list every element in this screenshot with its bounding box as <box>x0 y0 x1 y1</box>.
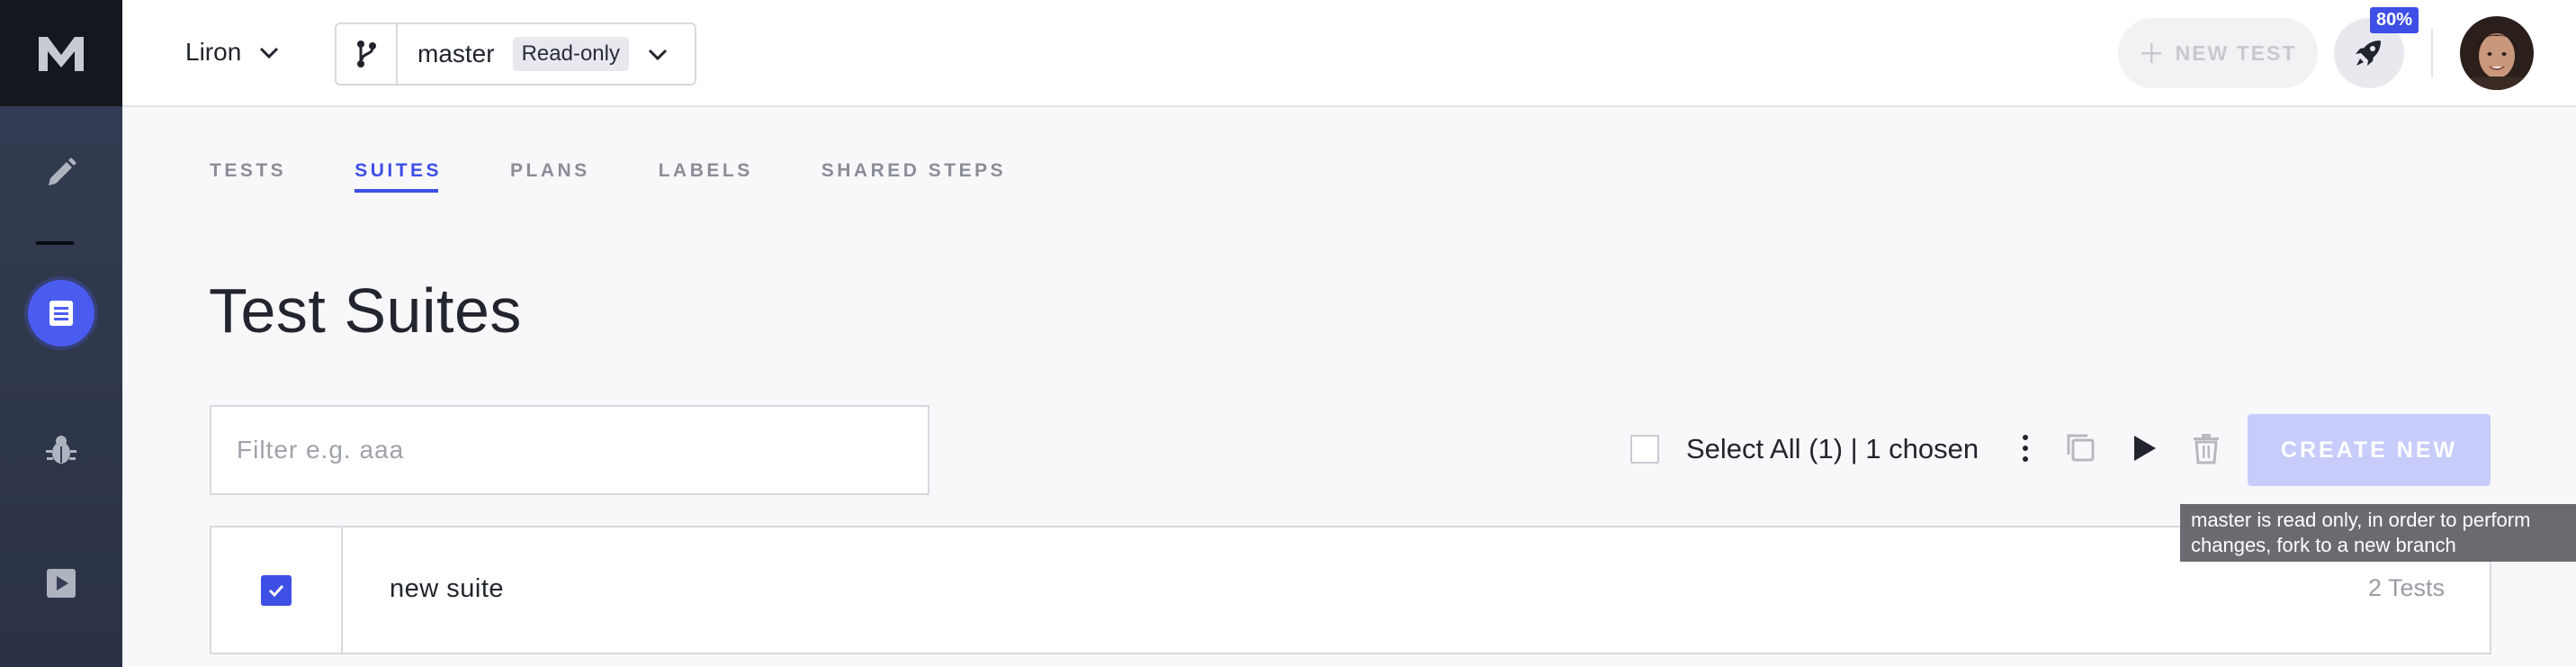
avatar-image <box>2460 16 2534 90</box>
trash-icon[interactable] <box>2188 430 2224 466</box>
workspace-selector[interactable]: Liron <box>185 25 281 79</box>
create-new-button[interactable]: CREATE NEW <box>2248 414 2491 486</box>
git-branch-icon <box>357 41 376 68</box>
read-only-badge: Read-only <box>512 37 629 71</box>
sidebar-item-bugs[interactable] <box>0 414 122 486</box>
tab-labels[interactable]: LABELS <box>659 160 753 193</box>
tab-tests[interactable]: TESTS <box>210 160 286 193</box>
progress-badge: 80% <box>2370 7 2419 33</box>
duplicate-icon[interactable] <box>2063 430 2099 466</box>
checkmark-icon <box>268 584 284 597</box>
page-title: Test Suites <box>209 275 522 346</box>
branch-icon-cell <box>337 24 398 84</box>
branch-selector[interactable]: master Read-only <box>335 23 696 86</box>
m-logo-icon <box>39 37 84 71</box>
sidebar-item-runs[interactable] <box>0 547 122 619</box>
user-avatar[interactable] <box>2460 16 2534 90</box>
row-checkbox-cell <box>211 527 343 653</box>
sidebar-item-suites[interactable] <box>0 277 122 349</box>
run-icon[interactable] <box>2125 430 2161 466</box>
pencil-icon <box>49 158 76 185</box>
header-divider <box>2431 29 2433 77</box>
select-all-control[interactable]: Select All (1) | 1 chosen <box>1630 433 1979 465</box>
section-tabs: TESTS SUITES PLANS LABELS SHARED STEPS <box>210 160 1074 193</box>
app-logo[interactable] <box>0 0 122 106</box>
sidebar-active-indicator <box>28 280 94 347</box>
select-all-checkbox[interactable] <box>1630 435 1659 464</box>
plus-icon <box>2141 43 2161 63</box>
filter-input[interactable] <box>210 405 929 495</box>
bug-icon <box>46 436 76 464</box>
workspace-name: Liron <box>185 38 242 66</box>
chevron-down-icon <box>260 47 279 59</box>
sidebar-item-edit[interactable] <box>0 137 122 209</box>
chevron-down-icon <box>648 49 668 61</box>
tab-shared-steps[interactable]: SHARED STEPS <box>821 160 1006 193</box>
suite-row[interactable]: new suite 2 Tests <box>210 526 2491 654</box>
new-test-label: NEW TEST <box>2175 41 2297 65</box>
app-root: Liron master Read-only NEW TEST 80% TEST… <box>0 0 2576 667</box>
tab-plans[interactable]: PLANS <box>510 160 590 193</box>
suite-test-count: 2 Tests <box>2367 574 2445 601</box>
suites-icon <box>49 301 73 326</box>
more-options-icon[interactable] <box>2012 430 2039 466</box>
sidebar-separator <box>36 241 74 245</box>
new-test-button[interactable]: NEW TEST <box>2118 18 2318 88</box>
play-icon <box>47 569 76 598</box>
rocket-icon <box>2356 41 2381 66</box>
tab-suites[interactable]: SUITES <box>355 160 442 193</box>
sidebar <box>0 0 122 667</box>
top-bar: Liron master Read-only NEW TEST 80% <box>122 0 2576 107</box>
suite-name[interactable]: new suite <box>390 574 504 604</box>
branch-name: master <box>417 40 495 68</box>
row-checkbox[interactable] <box>261 574 292 606</box>
select-all-label: Select All (1) | 1 chosen <box>1686 433 1979 464</box>
read-only-tooltip: master is read only, in order to perform… <box>2180 504 2576 562</box>
